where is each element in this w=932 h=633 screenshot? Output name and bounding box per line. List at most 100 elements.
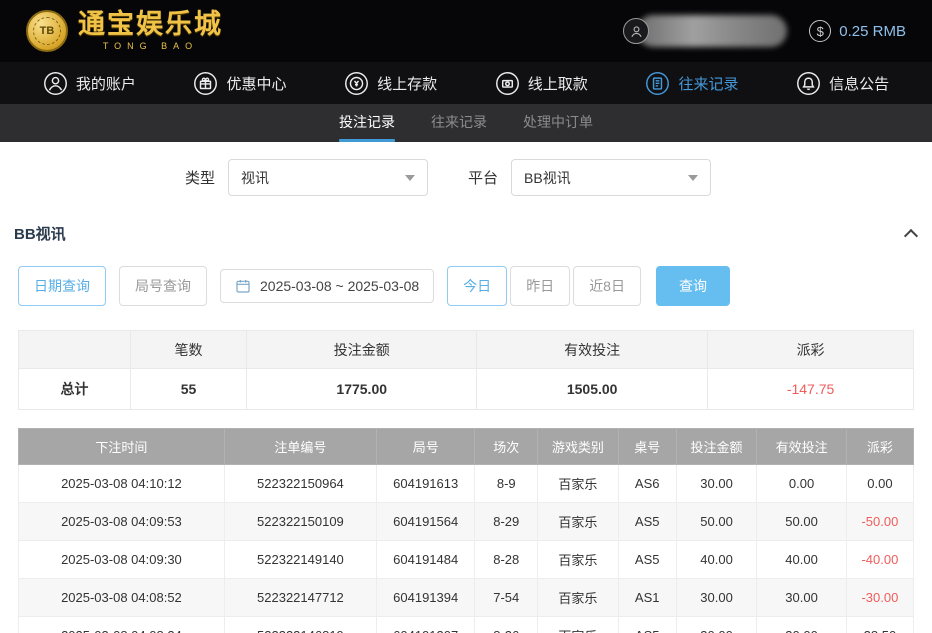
user-icon (43, 71, 68, 96)
bet-table-row: 2025-03-08 04:08:52522322147712604191394… (19, 579, 914, 617)
bet-cell-bet[interactable]: 30.00 (676, 465, 757, 503)
type-select-value: 视讯 (241, 168, 269, 188)
tab-label: 投注记录 (339, 103, 395, 132)
bet-cell-payout: -40.00 (846, 541, 913, 579)
summary-header-row: 笔数 投注金额 有效投注 派彩 (19, 331, 914, 369)
summary-payout-value: -147.75 (708, 369, 914, 410)
summary-count-value: 55 (130, 369, 246, 410)
logo-text-block: 通宝娱乐城 TONG BAO (78, 11, 223, 51)
bet-cell-order-id: 522322149140 (224, 541, 376, 579)
section-header: BB视讯 (14, 223, 916, 244)
bet-cell-payout: -30.00 (846, 579, 913, 617)
bet-cell-round-id: 604191394 (376, 579, 474, 617)
main-nav: 我的账户 优惠中心 线上存款 线上取款 (0, 62, 932, 104)
bet-header-round-id: 局号 (376, 429, 474, 465)
platform-select[interactable]: BB视讯 (511, 159, 711, 196)
bet-cell-game-type: 百家乐 (538, 541, 619, 579)
sub-nav: 投注记录 往来记录 处理中订单 (0, 104, 932, 142)
bet-header-game-type: 游戏类别 (538, 429, 619, 465)
bet-cell-round-id: 604191613 (376, 465, 474, 503)
bet-cell-table-no: AS5 (618, 541, 676, 579)
date-query-button[interactable]: 日期查询 (18, 266, 106, 306)
bet-table-row: 2025-03-08 04:09:30522322149140604191484… (19, 541, 914, 579)
bet-cell-bet[interactable]: 50.00 (676, 503, 757, 541)
quick-date-group: 今日 昨日 近8日 (447, 266, 641, 306)
bell-icon (796, 71, 821, 96)
bet-cell-table-no: AS5 (618, 503, 676, 541)
nav-item-account[interactable]: 我的账户 (43, 71, 136, 96)
nav-item-deposit[interactable]: 线上存款 (344, 71, 437, 96)
bet-cell-table-no: AS1 (618, 579, 676, 617)
nav-item-withdraw[interactable]: 线上取款 (495, 71, 588, 96)
bet-cell-round-id: 604191484 (376, 541, 474, 579)
deposit-coin-icon (344, 71, 369, 96)
summary-valid-bet-value: 1505.00 (477, 369, 708, 410)
chevron-down-icon (405, 175, 415, 181)
calendar-icon (235, 278, 251, 294)
bet-header-order-id: 注单编号 (224, 429, 376, 465)
search-button[interactable]: 查询 (656, 266, 730, 306)
query-toolbar: 日期查询 局号查询 2025-03-08 ~ 2025-03-08 今日 昨日 … (18, 266, 932, 306)
balance[interactable]: $ 0.25 RMB (809, 20, 906, 42)
platform-select-value: BB视讯 (524, 168, 571, 188)
redacted-username (637, 15, 787, 47)
bet-header-time: 下注时间 (19, 429, 225, 465)
recent8-button[interactable]: 近8日 (573, 266, 641, 306)
summary-header-bet-amount: 投注金额 (247, 331, 477, 369)
summary-header-empty (19, 331, 131, 369)
bet-cell-round-id: 604191307 (376, 617, 474, 633)
tab-label: 处理中订单 (523, 103, 593, 132)
round-query-button[interactable]: 局号查询 (119, 266, 207, 306)
collapse-chevron-icon[interactable] (904, 229, 918, 243)
bet-header-session: 场次 (475, 429, 538, 465)
nav-item-label: 线上存款 (377, 73, 437, 94)
tab-transaction-records[interactable]: 往来记录 (431, 103, 487, 142)
tab-pending-orders[interactable]: 处理中订单 (523, 103, 593, 142)
bet-table-header-row: 下注时间 注单编号 局号 场次 游戏类别 桌号 投注金额 有效投注 派彩 (19, 429, 914, 465)
bet-table-row: 2025-03-08 04:10:12522322150964604191613… (19, 465, 914, 503)
bet-table-row: 2025-03-08 04:09:53522322150109604191564… (19, 503, 914, 541)
bet-header-table-no: 桌号 (618, 429, 676, 465)
balance-amount: 0.25 RMB (839, 23, 906, 40)
nav-item-announcements[interactable]: 信息公告 (796, 71, 889, 96)
active-tab-underline (339, 139, 395, 142)
date-range-input[interactable]: 2025-03-08 ~ 2025-03-08 (220, 269, 434, 303)
bet-cell-payout: 28.50 (846, 617, 913, 633)
chevron-down-icon (688, 175, 698, 181)
bet-cell-session: 8-28 (475, 541, 538, 579)
type-select[interactable]: 视讯 (228, 159, 428, 196)
bet-cell-bet[interactable]: 30.00 (676, 617, 757, 633)
bet-cell-table-no: AS5 (618, 617, 676, 633)
nav-item-label: 优惠中心 (226, 73, 286, 94)
logo-title: 通宝娱乐城 (78, 11, 223, 38)
bet-header-valid-bet: 有效投注 (757, 429, 847, 465)
bet-cell-bet[interactable]: 40.00 (676, 541, 757, 579)
platform-label: 平台 (468, 167, 498, 188)
summary-header-payout: 派彩 (708, 331, 914, 369)
bet-cell-time: 2025-03-08 04:08:52 (19, 579, 225, 617)
today-button[interactable]: 今日 (447, 266, 507, 306)
tab-bet-records[interactable]: 投注记录 (339, 103, 395, 142)
summary-total-label: 总计 (19, 369, 131, 410)
summary-bet-amount-value: 1775.00 (247, 369, 477, 410)
yesterday-button[interactable]: 昨日 (510, 266, 570, 306)
nav-item-label: 信息公告 (829, 73, 889, 94)
logo[interactable]: TB 通宝娱乐城 TONG BAO (26, 10, 223, 52)
bet-cell-time: 2025-03-08 04:09:53 (19, 503, 225, 541)
filter-row: 类型 视讯 平台 BB视讯 (185, 159, 932, 196)
page: TB 通宝娱乐城 TONG BAO $ 0.25 RMB (0, 0, 932, 633)
user-account-area[interactable] (623, 15, 787, 47)
bet-header-payout: 派彩 (846, 429, 913, 465)
bet-cell-bet[interactable]: 30.00 (676, 579, 757, 617)
nav-item-label: 线上取款 (528, 73, 588, 94)
date-range-value: 2025-03-08 ~ 2025-03-08 (260, 278, 419, 294)
bet-cell-valid-bet: 0.00 (757, 465, 847, 503)
nav-item-records[interactable]: 往来记录 (645, 71, 738, 96)
bet-table-row: 2025-03-08 04:08:24522322146819604191307… (19, 617, 914, 633)
logo-coin-icon: TB (26, 10, 68, 52)
nav-item-promotions[interactable]: 优惠中心 (193, 71, 286, 96)
bet-cell-payout: -50.00 (846, 503, 913, 541)
bet-cell-payout: 0.00 (846, 465, 913, 503)
bet-cell-time: 2025-03-08 04:10:12 (19, 465, 225, 503)
bet-cell-session: 8-26 (475, 617, 538, 633)
